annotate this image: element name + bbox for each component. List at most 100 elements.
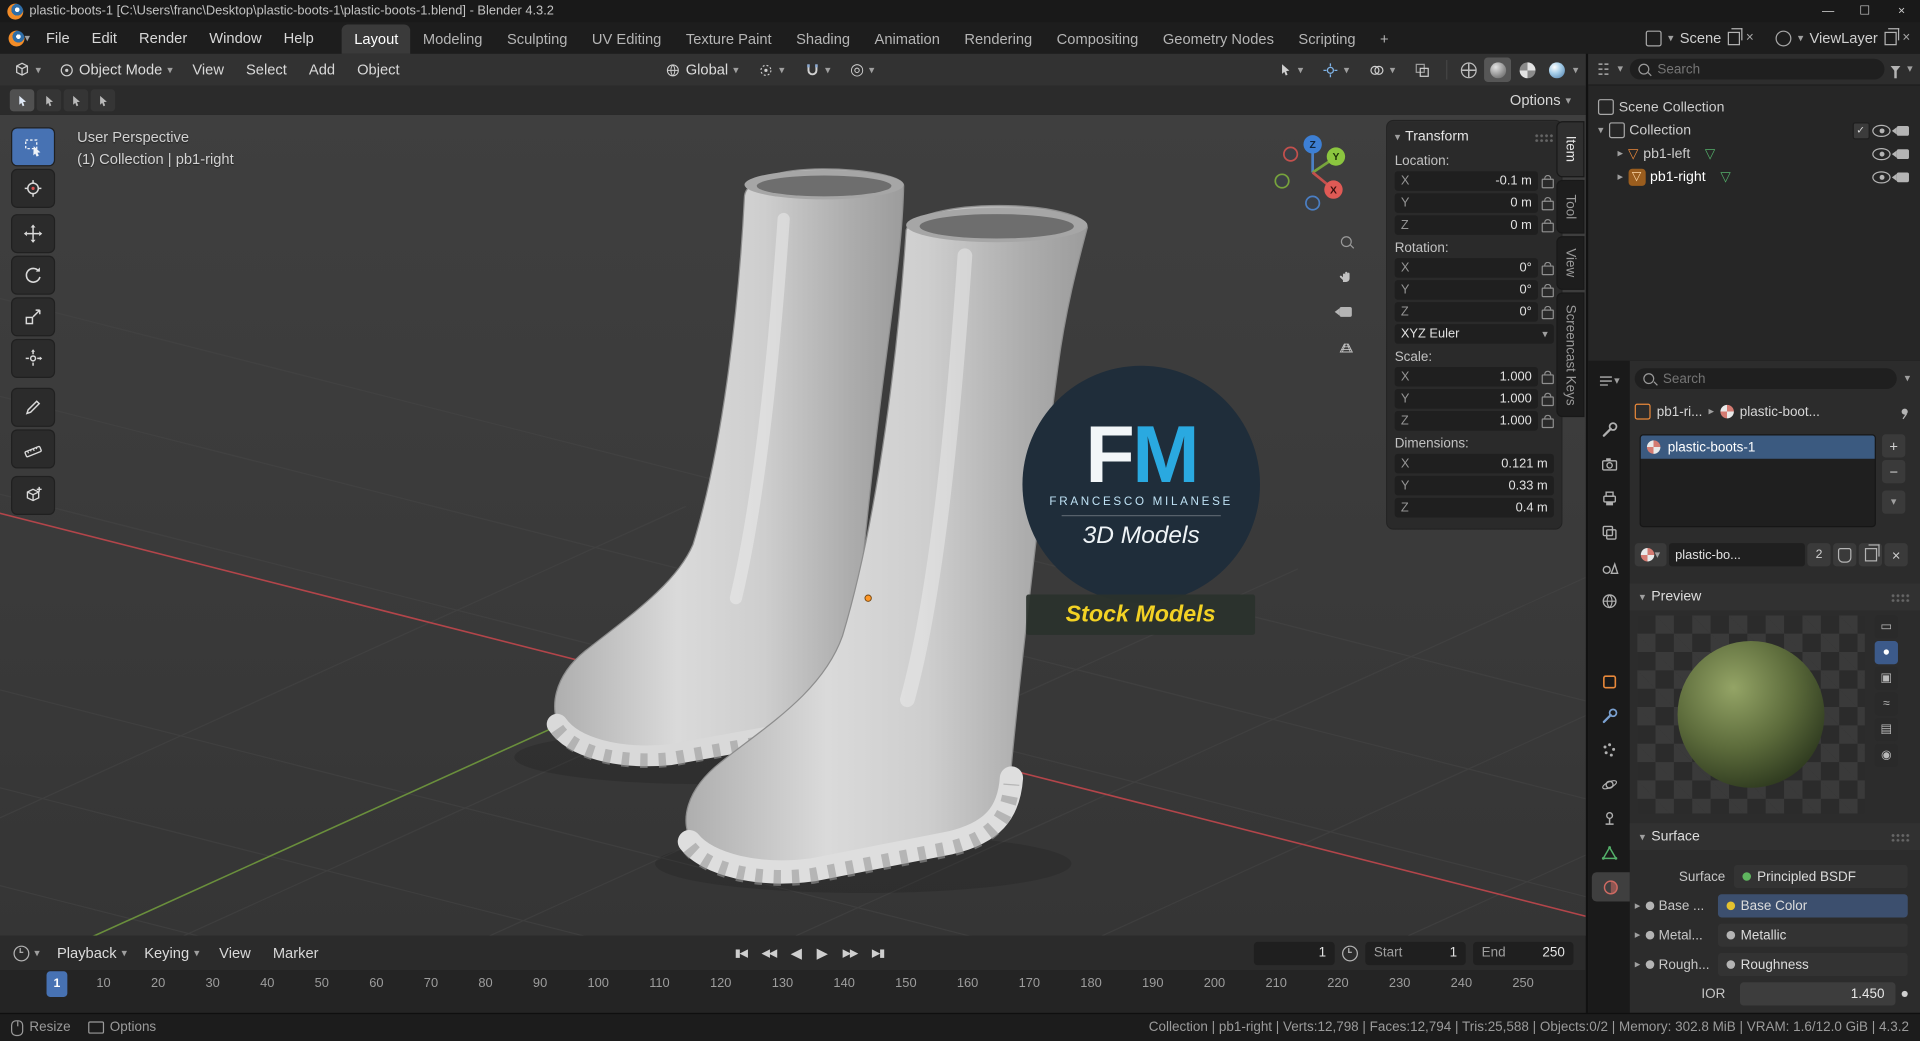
new-viewlayer-icon[interactable] xyxy=(1883,27,1899,45)
transform-panel-header[interactable]: ▾ Transform xyxy=(1395,126,1554,148)
previous-keyframe-button[interactable]: ◀◀ xyxy=(755,944,782,962)
location-z-field[interactable]: Z0 m xyxy=(1394,215,1538,235)
select-mode-invert-button[interactable] xyxy=(90,89,116,112)
tool-add-cube[interactable] xyxy=(12,477,54,514)
outliner-editor-icon[interactable] xyxy=(1596,61,1612,77)
maximize-button[interactable]: ☐ xyxy=(1847,0,1884,22)
properties-editor-type-button[interactable]: ▾ xyxy=(1588,366,1630,395)
gizmo-z-label[interactable]: Z xyxy=(1309,140,1316,151)
camera-icon[interactable] xyxy=(1891,148,1909,159)
tab-render[interactable] xyxy=(1588,449,1630,478)
roughness-button[interactable]: Roughness xyxy=(1717,952,1908,977)
material-slot-list[interactable]: plastic-boots-1 xyxy=(1639,434,1876,528)
tab-constraints[interactable] xyxy=(1588,804,1630,833)
timeline-editor-type-button[interactable]: ▾ xyxy=(5,941,49,965)
lock-icon[interactable] xyxy=(1541,218,1554,232)
lock-icon[interactable] xyxy=(1541,414,1554,428)
select-mode-subtract-button[interactable] xyxy=(63,89,89,112)
lock-icon[interactable] xyxy=(1541,261,1554,275)
tool-annotate[interactable] xyxy=(12,388,54,426)
rotation-z-field[interactable]: Z 0° xyxy=(1394,302,1538,322)
slot-specials-button[interactable]: ▾ xyxy=(1882,490,1906,514)
shading-wireframe-button[interactable] xyxy=(1455,57,1482,81)
outliner-search[interactable] xyxy=(1629,58,1886,80)
chevron-down-icon[interactable]: ▾ xyxy=(1668,32,1674,43)
browse-material-button[interactable]: ▾ xyxy=(1634,543,1667,567)
current-frame-field[interactable]: 1 xyxy=(1253,941,1335,965)
tool-rotate[interactable] xyxy=(12,256,54,294)
zoom-button[interactable] xyxy=(1332,228,1359,255)
lock-icon[interactable] xyxy=(1541,196,1554,210)
tab-object[interactable] xyxy=(1588,667,1630,696)
timeline-ruler[interactable]: 1102030405060708090100110120130140150160… xyxy=(0,970,1586,1013)
eye-icon[interactable] xyxy=(1872,170,1891,183)
shading-solid-button[interactable] xyxy=(1484,57,1512,82)
transform-orientation-dropdown[interactable]: Global ▾ xyxy=(656,57,747,81)
chevron-right-icon[interactable]: ▸ xyxy=(1635,929,1641,941)
preview-sphere-button[interactable]: ● xyxy=(1874,640,1898,665)
workspace-tab-uv-editing[interactable]: UV Editing xyxy=(580,24,674,53)
new-scene-icon[interactable] xyxy=(1727,27,1743,45)
camera-view-button[interactable] xyxy=(1332,298,1359,325)
filter-icon[interactable] xyxy=(1891,66,1901,79)
tool-cursor[interactable] xyxy=(12,170,54,207)
pan-button[interactable] xyxy=(1332,263,1359,290)
editor-type-button[interactable]: ▾ xyxy=(5,57,50,81)
preview-range-icon[interactable] xyxy=(1342,944,1358,961)
tab-world[interactable] xyxy=(1588,586,1630,615)
menu-render[interactable]: Render xyxy=(128,22,198,54)
proportional-edit-dropdown[interactable]: ◎ ▾ xyxy=(842,57,883,81)
snap-toggle[interactable]: ▾ xyxy=(796,57,840,81)
remove-viewlayer-icon[interactable]: × xyxy=(1902,31,1910,46)
tab-tool[interactable] xyxy=(1588,415,1630,444)
outliner-row-pb1-right[interactable]: ▸ ▽ pb1-right ▽ xyxy=(1588,165,1920,188)
checkbox-icon[interactable]: ✓ xyxy=(1852,121,1870,139)
perspective-toggle-button[interactable] xyxy=(1332,334,1359,361)
tab-modifiers[interactable] xyxy=(1588,701,1630,730)
preview-cloth-button[interactable]: ▤ xyxy=(1874,718,1898,742)
remove-slot-button[interactable]: − xyxy=(1882,459,1906,484)
workspace-tab-rendering[interactable]: Rendering xyxy=(952,24,1044,53)
sidebar-tab-tool[interactable]: Tool xyxy=(1557,181,1584,233)
material-name-field[interactable]: plastic-bo... xyxy=(1668,543,1805,567)
properties-search-input[interactable] xyxy=(1660,370,1889,388)
jump-to-start-button[interactable]: ▮◀ xyxy=(729,944,753,962)
dimension-x-field[interactable]: X 0.121 m xyxy=(1394,453,1554,474)
viewport-canvas[interactable]: User Perspective (1) Collection | pb1-ri… xyxy=(0,114,1586,936)
shading-rendered-button[interactable] xyxy=(1543,57,1570,81)
close-button[interactable]: × xyxy=(1883,0,1920,22)
base-color-button[interactable]: Base Color xyxy=(1717,894,1908,918)
lock-icon[interactable] xyxy=(1541,174,1554,188)
menu-viewport-select[interactable]: Select xyxy=(235,61,298,78)
menu-edit[interactable]: Edit xyxy=(81,22,128,54)
select-mode-extend-button[interactable] xyxy=(36,89,62,112)
playback-menu[interactable]: Playback ▾ xyxy=(48,941,135,965)
mode-dropdown[interactable]: Object Mode ▾ xyxy=(50,57,182,81)
breadcrumb-object[interactable]: pb1-ri... xyxy=(1657,404,1703,419)
chevron-down-icon[interactable]: ▾ xyxy=(1598,124,1604,136)
shading-material-button[interactable] xyxy=(1514,57,1541,81)
lock-icon[interactable] xyxy=(1541,370,1554,384)
tool-move[interactable] xyxy=(12,215,54,252)
eye-icon[interactable] xyxy=(1872,124,1891,137)
menu-help[interactable]: Help xyxy=(273,22,325,54)
play-button[interactable]: ▶ xyxy=(811,942,835,964)
chevron-right-icon[interactable]: ▸ xyxy=(1618,147,1624,159)
preview-cube-button[interactable]: ▣ xyxy=(1874,666,1898,690)
panel-grip[interactable] xyxy=(1534,132,1554,142)
tab-physics[interactable] xyxy=(1588,769,1630,798)
gizmos-dropdown[interactable]: ▾ xyxy=(1314,57,1358,81)
scene-selector[interactable]: Scene xyxy=(1680,29,1722,46)
tool-scale[interactable] xyxy=(12,298,54,336)
users-count-button[interactable]: 2 xyxy=(1807,543,1831,567)
scale-y-field[interactable]: Y 1.000 xyxy=(1394,388,1538,409)
rotation-mode-dropdown[interactable]: XYZ Euler ▾ xyxy=(1394,324,1554,344)
camera-icon[interactable] xyxy=(1891,171,1909,182)
chevron-down-icon[interactable]: ▾ xyxy=(1618,63,1624,75)
surface-panel-header[interactable]: ▾ Surface xyxy=(1629,823,1920,851)
panel-grip[interactable] xyxy=(1890,592,1911,602)
frame-end-field[interactable]: End 250 xyxy=(1473,941,1574,965)
add-slot-button[interactable]: + xyxy=(1882,434,1906,458)
dimension-y-field[interactable]: Y 0.33 m xyxy=(1394,475,1554,496)
workspace-tab-sculpting[interactable]: Sculpting xyxy=(495,24,580,53)
